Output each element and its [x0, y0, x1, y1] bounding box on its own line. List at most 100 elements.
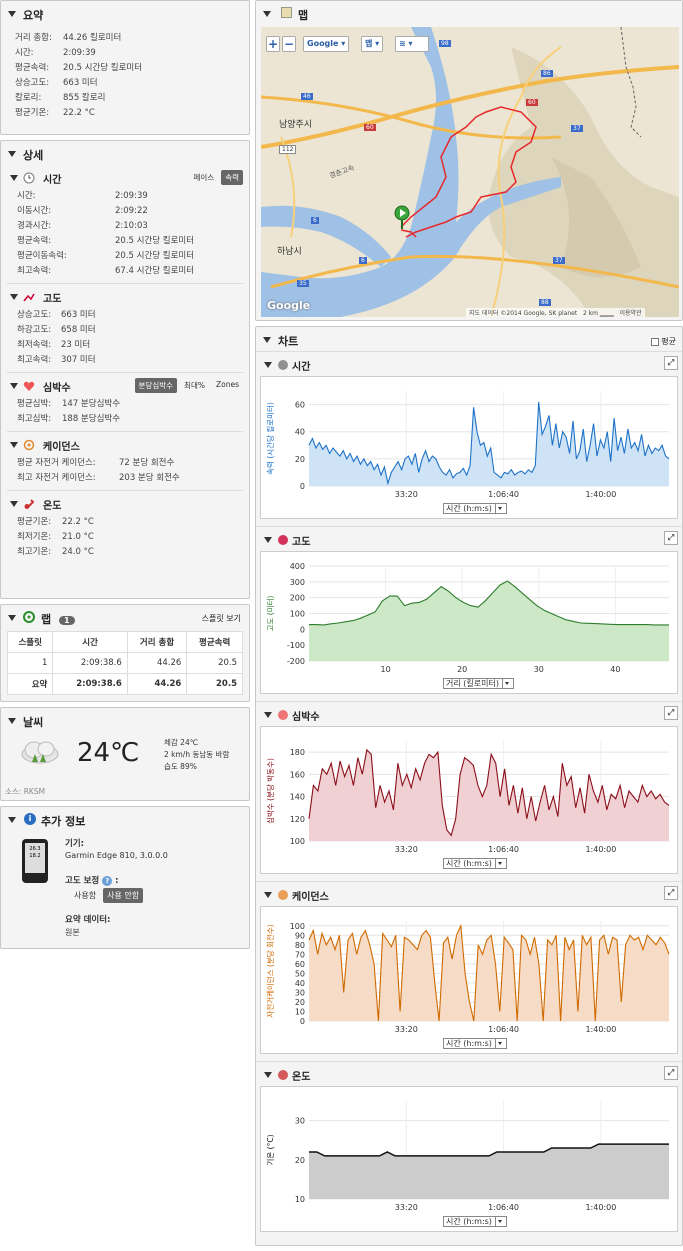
average-toggle[interactable]: 평균 [651, 336, 676, 347]
summary-value: 2:09:39 [63, 48, 96, 58]
collapse-icon[interactable] [8, 151, 16, 157]
zoom-in-button[interactable]: + [266, 36, 280, 52]
collapse-icon[interactable] [264, 1072, 272, 1078]
stat-key: 평균 자전거 케이던스: [17, 458, 96, 468]
table-row[interactable]: 1 2:09:38.6 44.26 20.5 [6, 652, 243, 674]
laps-header[interactable]: 랩 1 스플릿 보기 [1, 605, 249, 629]
tab-bpm[interactable]: 분당심박수 [134, 378, 178, 393]
chart-hr-header[interactable]: 심박수 ⤢ [256, 702, 682, 726]
collapse-icon[interactable] [263, 337, 271, 343]
chart-hr-plot-area[interactable]: 100 120 140 160 180 33:20 1:06:40 1:40:00 심박수 (분… [260, 726, 678, 874]
map-layer-dropdown[interactable]: Google ▾ [303, 36, 350, 52]
collapse-icon[interactable] [264, 892, 272, 898]
stat-key: 경과시간: [17, 221, 52, 231]
chart-list: 시간 ⤢ 0 20 40 60 33:20 1:06:40 1:40:00 속력 (시간당 킬로미… [256, 351, 682, 1239]
right-column: 맵 + − Google ▾ 맵 ▾ ≋ ▾ 남양주시 하남시 경춘고속 46 … [255, 0, 683, 1251]
cadence-title: 케이던스 [43, 442, 80, 453]
x-tick-label: 1:06:40 [488, 1203, 519, 1212]
x-tick-label: 30 [534, 665, 544, 674]
chart-cad-header[interactable]: 케이던스 ⤢ [256, 882, 682, 906]
chart-temp-header[interactable]: 온도 ⤢ [256, 1062, 682, 1086]
heart-icon [23, 381, 35, 391]
expand-icon[interactable]: ⤢ [664, 886, 678, 900]
elevation-correction-on[interactable]: 사용함 [71, 888, 99, 903]
left-column: 요약 거리 총합: 44.26 킬로미터 시간: 2:09:39 평균속력: 20.5… [0, 0, 250, 954]
col-header[interactable]: 스플릿 [6, 631, 54, 653]
feels-like: 체감 24℃ [164, 738, 199, 747]
cell: 2:09:38.6 [52, 652, 128, 674]
tab-max-percent[interactable]: 최대% [180, 378, 209, 393]
col-header[interactable]: 시간 [52, 631, 128, 653]
layers-dropdown[interactable]: ≋ ▾ [395, 36, 429, 52]
cadence-icon [23, 439, 35, 451]
collapse-icon[interactable] [10, 501, 18, 507]
collapse-icon[interactable] [8, 11, 16, 17]
detail-header[interactable]: 상세 [1, 141, 249, 165]
x-tick-label: 33:20 [395, 1025, 418, 1034]
x-axis-selector[interactable]: 시간 (h:m:s) [443, 503, 507, 514]
chart-speed-header[interactable]: 시간 ⤢ [256, 352, 682, 376]
collapse-icon[interactable] [10, 383, 18, 389]
collapse-icon[interactable] [8, 718, 16, 724]
zoom-out-button[interactable]: − [282, 36, 296, 52]
elevation-correction-off[interactable]: 사용 안함 [103, 888, 144, 903]
chart-speed-plot-area[interactable]: 0 20 40 60 33:20 1:06:40 1:40:00 속력 (시간당 킬로미터) 시… [260, 376, 678, 519]
humidity: 습도 89% [164, 762, 197, 771]
expand-icon[interactable]: ⤢ [664, 1066, 678, 1080]
tab-speed[interactable]: 속력 [221, 170, 243, 185]
collapse-icon[interactable] [8, 615, 16, 621]
collapse-icon[interactable] [264, 712, 272, 718]
time-header[interactable]: 시간 페이스 속력 [7, 165, 243, 189]
chart-cad-plot-area[interactable]: 0 10 20 30 40 50 60 70 80 90 100 33:20 1:06:40 1:40:0… [260, 906, 678, 1054]
route-shield: 112 [279, 145, 297, 154]
y-tick-label: 30 [295, 1117, 305, 1126]
collapse-icon[interactable] [10, 294, 18, 300]
chart-temp-plot-area[interactable]: 10 20 30 33:20 1:06:40 1:40:00 기온 (°C) 시간 (h:m:… [260, 1086, 678, 1232]
map-view[interactable]: + − Google ▾ 맵 ▾ ≋ ▾ 남양주시 하남시 경춘고속 46 60… [261, 27, 679, 317]
x-axis-selector[interactable]: 거리 (킬로미터) [443, 678, 514, 689]
x-tick-label: 1:06:40 [488, 490, 519, 499]
series-area [309, 749, 669, 841]
weather-header[interactable]: 날씨 [1, 708, 249, 732]
average-checkbox[interactable] [651, 337, 660, 346]
summary-key: 거리 총합: [15, 33, 52, 43]
y-axis-label: 자전거케이던스 (분당 회전수) [265, 924, 275, 1017]
map-header[interactable]: 맵 [256, 1, 682, 25]
expand-icon[interactable]: ⤢ [664, 706, 678, 720]
map-type-dropdown[interactable]: 맵 ▾ [361, 36, 384, 52]
charts-header[interactable]: 차트 평균 [256, 327, 682, 351]
chart-speed-icon [278, 360, 288, 370]
terms-link[interactable]: 이용약관 [619, 310, 641, 317]
collapse-icon[interactable] [10, 442, 18, 448]
x-axis-selector[interactable]: 시간 (h:m:s) [443, 858, 507, 869]
cadence-header[interactable]: 케이던스 [7, 432, 243, 456]
chart-elev-plot-area[interactable]: -200 -100 0 100 200 300 400 10 20 30 40 고도 (미터) 거리 (… [260, 551, 678, 694]
expand-icon[interactable]: ⤢ [664, 356, 678, 370]
elevation-header[interactable]: 고도 [7, 284, 243, 308]
x-axis-selector-label: 시간 (h:m:s) [446, 504, 492, 513]
col-header[interactable]: 평균속력 [186, 631, 243, 653]
help-icon[interactable]: ? [102, 876, 113, 886]
collapse-icon[interactable] [10, 175, 18, 181]
map-layer-label: Google [307, 39, 339, 48]
split-view-link[interactable]: 스플릿 보기 [202, 613, 241, 624]
summary-header[interactable]: 요약 [1, 1, 249, 25]
x-axis-selector[interactable]: 시간 (h:m:s) [443, 1038, 507, 1049]
tab-pace[interactable]: 페이스 [189, 170, 218, 185]
collapse-icon[interactable] [263, 11, 271, 17]
extra-info-header[interactable]: i 추가 정보 [1, 807, 249, 831]
col-header[interactable]: 거리 총합 [126, 631, 188, 653]
expand-icon[interactable]: ⤢ [664, 531, 678, 545]
heart-rate-section: 심박수 분당심박수 최대% Zones 평균심박: 147 분당심박수 최고심박: 18… [7, 372, 243, 431]
collapse-icon[interactable] [264, 537, 272, 543]
temperature-header[interactable]: 온도 [7, 491, 243, 515]
tab-zones[interactable]: Zones [212, 378, 243, 393]
heart-rate-header[interactable]: 심박수 분당심박수 최대% Zones [7, 373, 243, 397]
x-axis-selector[interactable]: 시간 (h:m:s) [443, 1216, 507, 1227]
weather-temperature: 24℃ [77, 738, 140, 768]
collapse-icon[interactable] [8, 817, 16, 823]
collapse-icon[interactable] [264, 362, 272, 368]
summary-data-value: 원본 [65, 928, 80, 937]
stat-value: 147 분당심박수 [62, 399, 121, 409]
chart-elev-header[interactable]: 고도 ⤢ [256, 527, 682, 551]
